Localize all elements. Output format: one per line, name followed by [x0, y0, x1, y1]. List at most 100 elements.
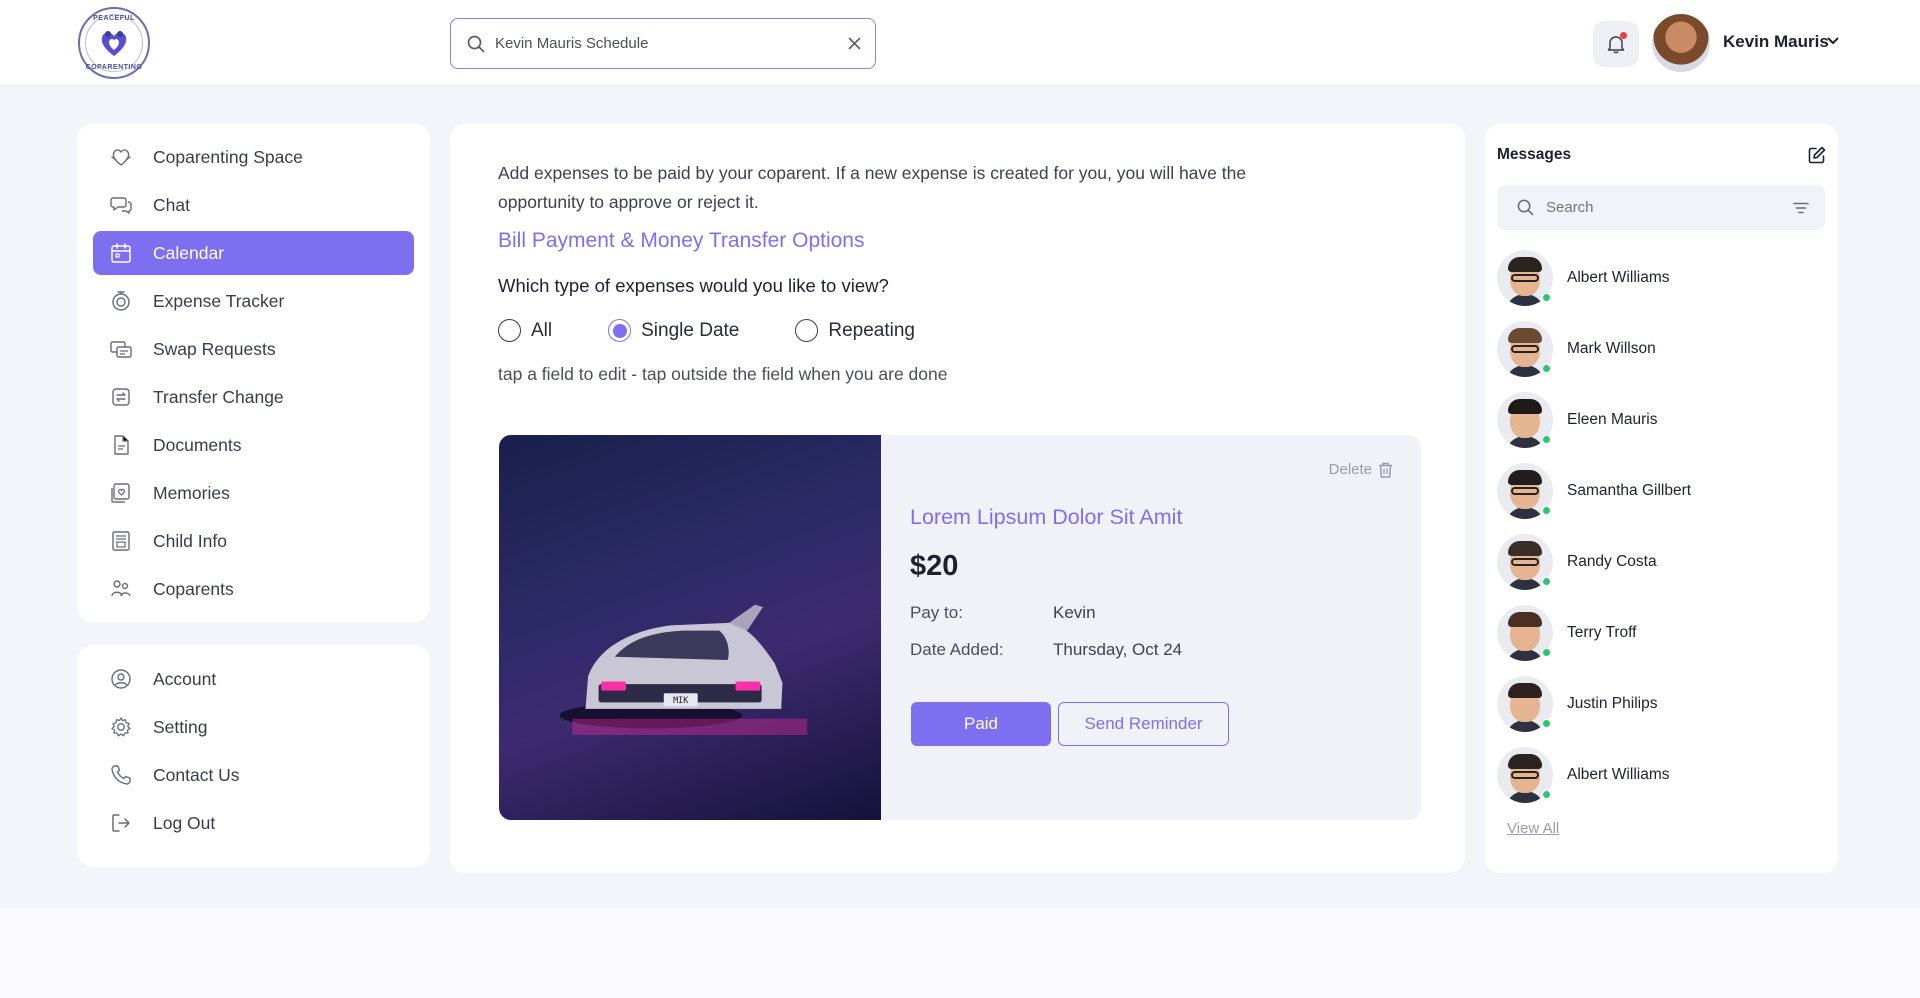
bill-payment-link[interactable]: Bill Payment & Money Transfer Options — [498, 229, 1417, 253]
sidebar-item-documents[interactable]: Documents — [93, 423, 414, 467]
send-reminder-button[interactable]: Send Reminder — [1058, 702, 1229, 746]
contact-item[interactable]: Albert Williams — [1497, 739, 1826, 810]
expense-amount[interactable]: $20 — [910, 550, 958, 583]
contact-avatar-wrap — [1497, 249, 1553, 306]
sidebar-item-label: Transfer Change — [153, 386, 284, 407]
online-status-dot — [1542, 292, 1551, 302]
sidebar-item-memories[interactable]: Memories — [93, 471, 414, 515]
compose-icon[interactable] — [1808, 146, 1826, 164]
contact-item[interactable]: Eleen Mauris — [1497, 384, 1826, 455]
pay-to-value[interactable]: Kevin — [1053, 603, 1096, 623]
contact-avatar-wrap — [1497, 604, 1553, 661]
memories-icon — [109, 481, 133, 505]
clear-search-icon[interactable] — [848, 37, 861, 50]
top-bar: PEACEFUL COPARENTING Kevin Mauris — [0, 0, 1920, 86]
sidebar-item-label: Setting — [153, 716, 208, 737]
contact-name: Albert Williams — [1567, 765, 1670, 783]
contact-name: Albert Williams — [1567, 268, 1670, 286]
contact-avatar-wrap — [1497, 746, 1553, 803]
logo-text-bottom: COPARENTING — [85, 64, 143, 71]
radio-all[interactable]: All — [498, 319, 552, 342]
sidebar-item-swap-requests[interactable]: Swap Requests — [93, 327, 414, 371]
messages-title: Messages — [1497, 146, 1572, 163]
sidebar-item-child-info[interactable]: Child Info — [93, 519, 414, 563]
sidebar-item-label: Child Info — [153, 530, 227, 551]
child-info-icon — [109, 529, 133, 553]
date-added-value[interactable]: Thursday, Oct 24 — [1053, 640, 1182, 660]
notification-dot — [1620, 32, 1627, 39]
online-status-dot — [1542, 505, 1551, 515]
sidebar-item-calendar[interactable]: Calendar — [93, 231, 414, 275]
user-avatar[interactable] — [1652, 14, 1710, 72]
user-name[interactable]: Kevin Mauris — [1723, 32, 1829, 52]
avatar-glasses — [1511, 770, 1539, 779]
sidebar-item-label: Contact Us — [153, 764, 240, 785]
document-icon — [109, 433, 133, 457]
online-status-dot — [1542, 434, 1551, 444]
delete-label: Delete — [1328, 461, 1372, 478]
pay-to-row: Pay to: Kevin — [910, 603, 1096, 623]
radio-circle[interactable] — [608, 319, 632, 342]
sidebar-item-label: Documents — [153, 434, 242, 455]
paid-button[interactable]: Paid — [911, 702, 1051, 746]
contact-item[interactable]: Samantha Gillbert — [1497, 455, 1826, 526]
messages-search — [1497, 185, 1825, 230]
expense-image: MIK — [499, 435, 881, 820]
contact-item[interactable]: Randy Costa — [1497, 526, 1826, 597]
sidebar-item-account[interactable]: Account — [93, 657, 414, 701]
view-all-link[interactable]: View All — [1507, 820, 1559, 837]
contact-item[interactable]: Terry Troff — [1497, 597, 1826, 668]
sidebar-item-label: Chat — [153, 194, 190, 215]
account-icon — [109, 667, 133, 691]
filter-icon[interactable] — [1793, 202, 1809, 214]
avatar-hair — [1508, 753, 1542, 769]
sidebar-item-setting[interactable]: Setting — [93, 705, 414, 749]
sidebar-item-label: Memories — [153, 482, 230, 503]
sidebar-primary: Coparenting Space Chat Calendar Expense Tra… — [77, 123, 430, 622]
date-added-label: Date Added: — [910, 640, 1004, 659]
sidebar-item-label: Calendar — [153, 242, 225, 263]
contact-name: Samantha Gillbert — [1567, 481, 1692, 499]
contact-item[interactable]: Mark Willson — [1497, 313, 1826, 384]
avatar-hair — [1508, 682, 1542, 698]
app-logo[interactable]: PEACEFUL COPARENTING — [78, 7, 150, 79]
footer-band — [0, 908, 1920, 998]
sidebar-item-coparenting-space[interactable]: Coparenting Space — [93, 135, 414, 179]
avatar-glasses — [1511, 344, 1539, 353]
contact-avatar-wrap — [1497, 391, 1553, 448]
radio-circle[interactable] — [795, 319, 819, 342]
messages-search-input[interactable] — [1546, 199, 1793, 216]
chat-icon — [109, 193, 133, 217]
radio-single-date[interactable]: Single Date — [608, 319, 739, 342]
expense-type-question: Which type of expenses would you like to… — [498, 275, 889, 296]
sidebar-item-transfer-change[interactable]: Transfer Change — [93, 375, 414, 419]
heart-hands-icon — [109, 145, 133, 169]
online-status-dot — [1542, 718, 1551, 728]
sidebar-item-contact-us[interactable]: Contact Us — [93, 753, 414, 797]
sidebar-item-log-out[interactable]: Log Out — [93, 801, 414, 845]
notifications-button[interactable] — [1593, 21, 1639, 67]
radio-label: Single Date — [641, 319, 740, 341]
intro-text: Add expenses to be paid by your coparent… — [498, 163, 1247, 212]
chevron-down-icon[interactable] — [1826, 34, 1840, 48]
contact-item[interactable]: Albert Williams — [1497, 242, 1826, 313]
phone-icon — [109, 763, 133, 787]
contact-name: Mark Willson — [1567, 339, 1656, 357]
sidebar-item-label: Expense Tracker — [153, 290, 285, 311]
sidebar-item-expense-tracker[interactable]: Expense Tracker — [93, 279, 414, 323]
global-search — [450, 18, 876, 69]
radio-circle[interactable] — [498, 319, 521, 342]
sidebar-item-chat[interactable]: Chat — [93, 183, 414, 227]
contact-avatar-wrap — [1497, 462, 1553, 519]
trash-icon — [1379, 462, 1392, 478]
radio-repeating[interactable]: Repeating — [795, 319, 915, 342]
expense-title[interactable]: Lorem Lipsum Dolor Sit Amit — [910, 505, 1182, 530]
avatar-hair — [1508, 540, 1542, 556]
expense-card: MIK Delete Lorem Lipsum Dolor Sit Amit $… — [499, 435, 1421, 820]
global-search-input[interactable] — [495, 35, 848, 52]
contact-name: Randy Costa — [1567, 552, 1657, 570]
sidebar-item-coparents[interactable]: Coparents — [93, 567, 414, 611]
online-status-dot — [1542, 363, 1551, 373]
contact-item[interactable]: Justin Philips — [1497, 668, 1826, 739]
delete-button[interactable]: Delete — [1329, 461, 1393, 478]
